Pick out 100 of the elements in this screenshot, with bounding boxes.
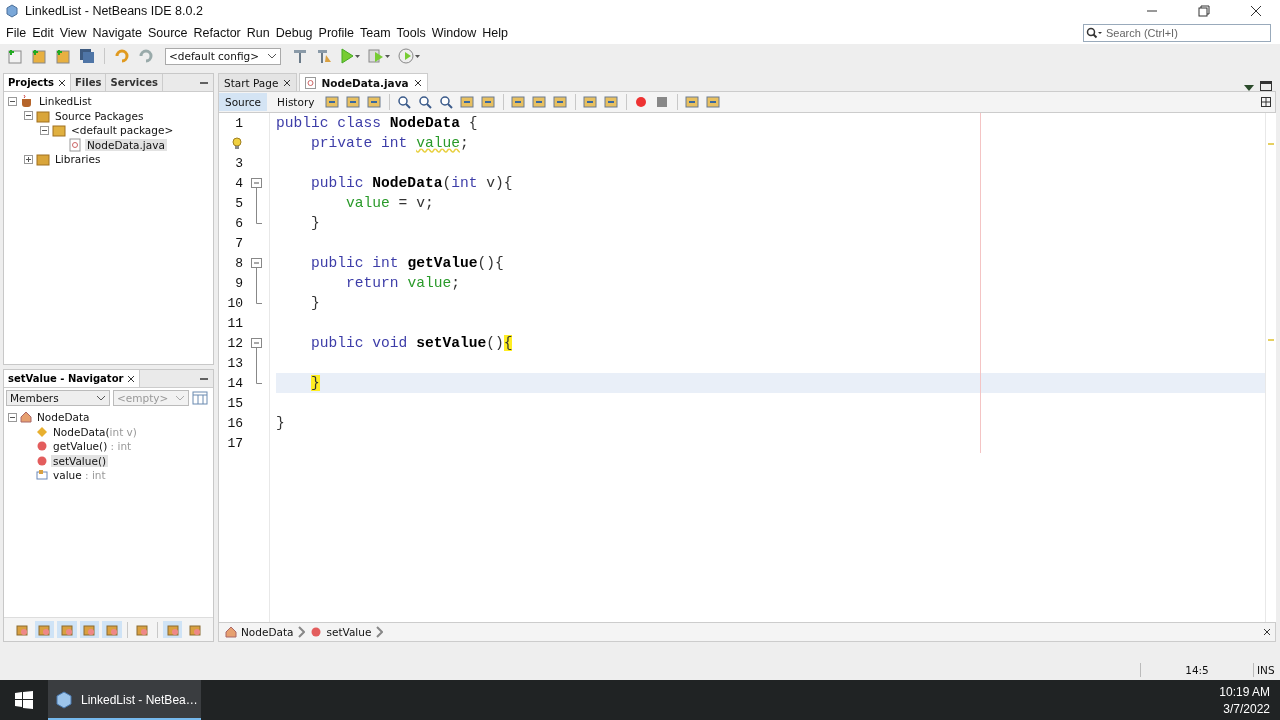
run-icon[interactable] xyxy=(339,47,361,65)
collapse-icon[interactable] xyxy=(8,96,17,106)
chevron-right-icon xyxy=(298,626,306,638)
clock-time: 10:19 AM xyxy=(1219,684,1270,699)
close-icon[interactable] xyxy=(127,374,136,383)
tree-item[interactable]: <default package> xyxy=(69,124,176,137)
panel-tab[interactable]: Services xyxy=(106,74,163,91)
class-icon xyxy=(225,626,237,638)
chevron-right-icon xyxy=(376,626,384,638)
line-number: 11 xyxy=(227,315,243,331)
close-icon[interactable] xyxy=(283,78,292,87)
line-number: 4 xyxy=(235,175,243,191)
cube-icon xyxy=(55,691,73,709)
menu-item[interactable]: Edit xyxy=(29,26,57,40)
find-previous-icon[interactable] xyxy=(418,95,434,109)
split-icon[interactable] xyxy=(1261,97,1271,107)
view-tab[interactable]: Source xyxy=(219,93,268,111)
taskbar-app[interactable]: LinkedList - NetBea… xyxy=(48,680,201,720)
menu-item[interactable]: Debug xyxy=(272,26,316,40)
tree-item[interactable]: getValue() : int xyxy=(51,440,134,453)
new-project-icon[interactable] xyxy=(30,47,48,65)
folder-icon xyxy=(36,152,50,167)
clean-build-icon[interactable] xyxy=(315,47,333,65)
code-line: } xyxy=(276,415,285,431)
editor-tab[interactable]: Start Page xyxy=(218,73,298,91)
line-number: 6 xyxy=(235,215,243,231)
line-number: 7 xyxy=(235,235,243,251)
panel-tab[interactable]: Files xyxy=(71,74,107,91)
diamond-icon xyxy=(36,425,48,438)
view-tab[interactable]: History xyxy=(271,93,321,111)
find-next-icon[interactable] xyxy=(439,95,455,109)
tree-item[interactable]: NodeData xyxy=(35,411,92,424)
collapse-icon[interactable] xyxy=(40,125,49,135)
clock-date: 3/7/2022 xyxy=(1223,701,1270,716)
menu-item[interactable]: Refactor xyxy=(190,26,244,40)
close-icon[interactable] xyxy=(1263,628,1271,636)
panel-tab[interactable]: Projects xyxy=(4,74,71,91)
panel-tab[interactable]: setValue - Navigator xyxy=(4,370,141,387)
code-line: } xyxy=(310,295,320,311)
breadcrumb[interactable]: NodeData xyxy=(225,626,294,638)
tree-item[interactable]: setValue() xyxy=(51,454,109,467)
class-icon xyxy=(20,411,32,424)
menu-item[interactable]: File xyxy=(3,26,30,40)
collapse-icon[interactable] xyxy=(8,412,17,422)
menu-item[interactable]: Team xyxy=(357,26,394,40)
code-line: public int getValue(){ xyxy=(310,255,504,271)
window-title: LinkedList - NetBeans IDE 8.0.2 xyxy=(25,4,203,18)
tree-item[interactable]: NodeData(int v) xyxy=(51,425,139,438)
expand-icon[interactable] xyxy=(24,154,33,164)
find-icon[interactable] xyxy=(397,95,413,109)
line-number: 1 xyxy=(235,115,243,131)
tree-item[interactable]: Libraries xyxy=(53,153,103,166)
folder-icon xyxy=(36,108,50,123)
fold-line xyxy=(256,353,257,373)
line-number: 10 xyxy=(227,295,243,311)
hammer-icon[interactable] xyxy=(291,47,309,65)
line-number: 5 xyxy=(235,195,243,211)
line-number: 8 xyxy=(235,255,243,271)
circle-icon xyxy=(36,440,48,453)
close-icon[interactable] xyxy=(413,78,422,87)
config-dropdown[interactable]: <default config> xyxy=(165,47,281,65)
java-file-icon xyxy=(305,76,317,89)
close-icon[interactable] xyxy=(58,78,66,87)
line-number: 14 xyxy=(227,375,243,391)
fold-end xyxy=(256,293,262,304)
lightbulb-icon[interactable] xyxy=(231,136,243,150)
menu-item[interactable]: View xyxy=(56,26,90,40)
menu-item[interactable]: Navigate xyxy=(89,26,145,40)
menu-item[interactable]: Help xyxy=(479,26,511,40)
package-icon xyxy=(52,123,66,138)
members-dropdown[interactable]: Members xyxy=(6,390,110,406)
line-number: 16 xyxy=(227,415,243,431)
open-project-icon[interactable] xyxy=(54,47,72,65)
fold-line xyxy=(256,273,257,293)
circle-icon xyxy=(310,626,323,638)
menu-item[interactable]: Window xyxy=(428,26,480,40)
editor-tab[interactable]: NodeData.java xyxy=(299,73,428,91)
tree-item[interactable]: Source Packages xyxy=(53,109,146,122)
code-line: public void setValue(){ xyxy=(310,335,513,351)
new-file-icon[interactable] xyxy=(6,47,24,65)
menu-item[interactable]: Profile xyxy=(315,26,357,40)
collapse-icon[interactable] xyxy=(24,111,33,121)
tree-item[interactable]: value : int xyxy=(51,469,108,482)
breadcrumb[interactable]: setValue xyxy=(310,626,372,638)
menu-item[interactable]: Run xyxy=(243,26,273,40)
app-icon xyxy=(5,4,19,18)
search-icon[interactable] xyxy=(1086,27,1102,39)
close-icon[interactable] xyxy=(1250,5,1262,17)
tree-item[interactable]: NodeData.java xyxy=(85,138,167,151)
menu-item[interactable]: Source xyxy=(144,26,191,40)
search-field[interactable]: Search (Ctrl+I) xyxy=(1083,24,1271,42)
code-line: value = v; xyxy=(345,195,434,211)
windows-start-icon[interactable] xyxy=(15,691,33,709)
tree-item[interactable]: LinkedList xyxy=(37,95,94,108)
code-line: private int value; xyxy=(310,135,469,151)
restore-icon[interactable] xyxy=(1198,5,1210,17)
save-all-icon[interactable] xyxy=(78,47,96,65)
line-number: 12 xyxy=(227,335,243,351)
menu-item[interactable]: Tools xyxy=(393,26,429,40)
maximize-icon[interactable] xyxy=(1260,81,1272,91)
